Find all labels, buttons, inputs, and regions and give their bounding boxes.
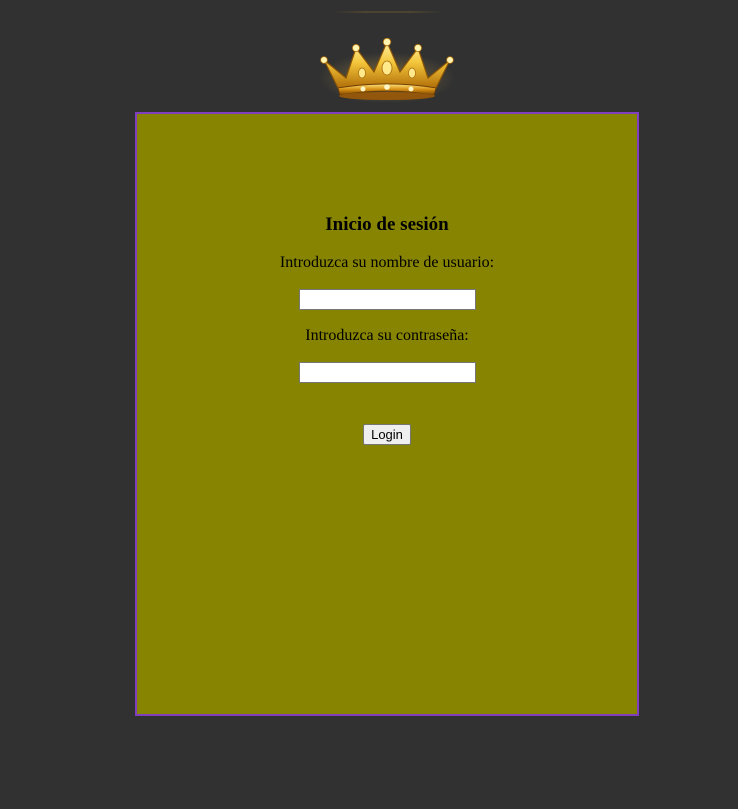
password-label: Introduzca su contraseña: [305, 327, 469, 344]
top-divider [333, 11, 443, 13]
login-form: Inicio de sesión Introduzca su nombre de… [137, 213, 637, 445]
login-button[interactable]: Login [363, 424, 411, 445]
password-input[interactable] [298, 362, 476, 383]
login-title: Inicio de sesión [325, 214, 449, 235]
crown-icon [319, 38, 455, 102]
login-panel: Inicio de sesión Introduzca su nombre de… [135, 112, 639, 716]
username-input[interactable] [298, 289, 476, 310]
username-label: Introduzca su nombre de usuario: [279, 254, 495, 271]
